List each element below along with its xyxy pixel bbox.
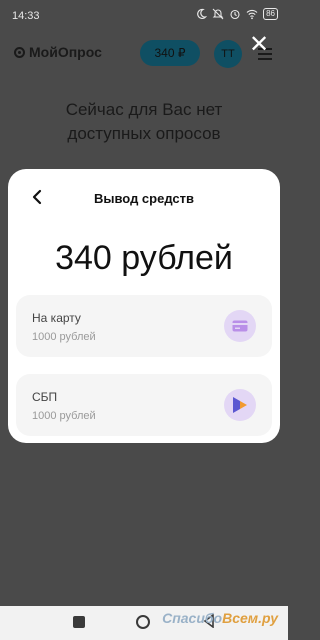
option-name: СБП [32,390,58,404]
brand-logo[interactable]: МойОпрос [14,44,102,60]
option-sbp[interactable]: СБП 1000 рублей [16,374,272,436]
system-nav-bar: СпасибоВсем.ру [0,606,288,640]
status-bar: 14:33 86 [0,0,288,32]
moon-icon [197,8,208,20]
status-icons: 86 [195,8,278,20]
alarm-icon [230,9,240,20]
sbp-icon [224,389,256,421]
watermark: СпасибоВсем.ру [162,610,278,626]
option-limit: 1000 рублей [32,410,96,422]
modal-title: Вывод средств [93,191,194,206]
brand-name: МойОпрос [29,44,102,60]
mute-icon [212,8,224,20]
option-card[interactable]: На карту 1000 рублей [16,295,272,357]
option-name: На карту [32,311,81,325]
avatar[interactable]: ТТ [214,40,242,68]
app-header: МойОпрос 340 ₽ ТТ [0,32,288,72]
wifi-icon [246,9,258,20]
logo-icon [14,46,25,58]
card-icon [224,310,256,342]
withdraw-amount: 340 рублей [55,239,233,277]
empty-surveys-message: Сейчас для Вас нет доступных опросов [65,100,223,143]
close-icon[interactable]: ✕ [248,33,270,57]
option-limit: 1000 рублей [32,331,96,343]
recents-button[interactable] [73,616,85,628]
home-button[interactable] [136,615,150,629]
withdraw-modal: Вывод средств 340 рублей На карту 1000 р… [8,169,280,443]
balance-button[interactable]: 340 ₽ [140,40,200,66]
status-time: 14:33 [12,10,40,22]
battery-icon: 86 [263,8,278,20]
